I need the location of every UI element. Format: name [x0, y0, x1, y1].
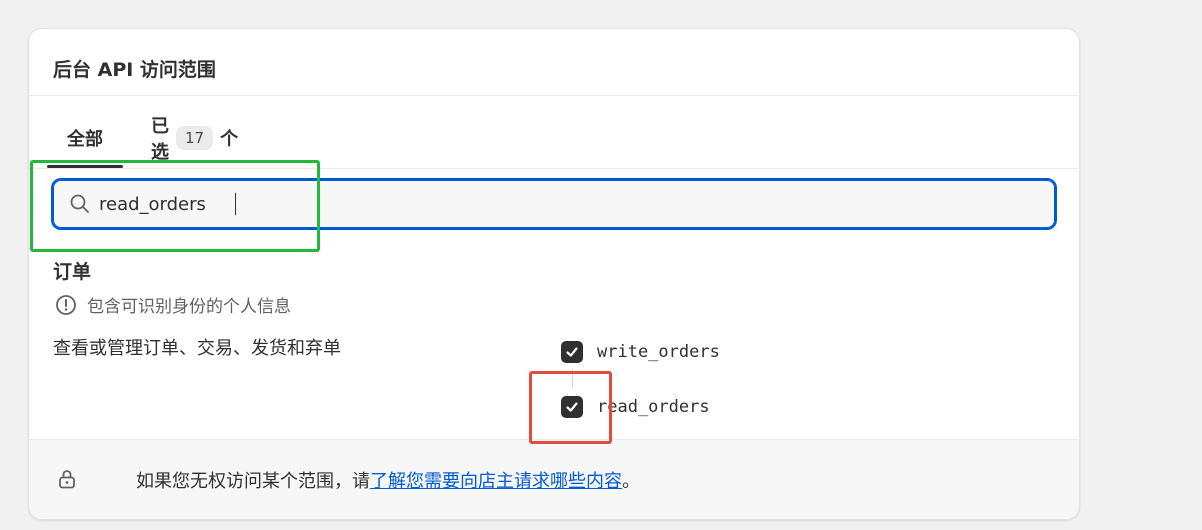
scope-label: read_orders	[597, 397, 710, 417]
tab-all[interactable]: 全部	[47, 109, 123, 168]
section-title: 订单	[53, 261, 92, 283]
pii-notice: 包含可识别身份的个人信息	[55, 292, 291, 317]
selected-count-badge: 17	[176, 126, 214, 150]
learn-more-link[interactable]: 了解您需要向店主请求哪些内容	[370, 471, 622, 492]
scope-label: write_orders	[597, 342, 720, 362]
card-title: 后台 API 访问范围	[53, 59, 216, 81]
header-divider	[29, 95, 1079, 96]
footer-text-suffix: 。	[622, 471, 640, 492]
highlight-box-green	[30, 160, 320, 252]
footer-text: 如果您无权访问某个范围，请了解您需要向店主请求哪些内容。	[136, 467, 640, 493]
lock-icon	[59, 470, 75, 489]
alert-circle-icon	[56, 294, 76, 315]
checkmark-icon	[566, 347, 578, 357]
tab-selected-suffix: 个	[220, 129, 239, 150]
tab-all-label: 全部	[67, 129, 103, 150]
tab-selected-label: 已选	[151, 116, 169, 163]
section-description: 查看或管理订单、交易、发货和弃单	[53, 338, 341, 359]
footer-text-prefix: 如果您无权访问某个范围，请	[136, 471, 370, 492]
api-scopes-card: 后台 API 访问范围 全部 已选 17 个 订单 包含可识别身份的个人信息 查…	[28, 28, 1080, 520]
tab-selected[interactable]: 已选 17 个	[151, 109, 238, 167]
checkbox-write-orders[interactable]	[561, 341, 583, 363]
highlight-box-red	[529, 371, 612, 444]
scope-write-orders[interactable]: write_orders	[561, 339, 720, 365]
pii-notice-text: 包含可识别身份的个人信息	[87, 297, 291, 317]
footer-notice: 如果您无权访问某个范围，请了解您需要向店主请求哪些内容。	[29, 439, 1079, 519]
